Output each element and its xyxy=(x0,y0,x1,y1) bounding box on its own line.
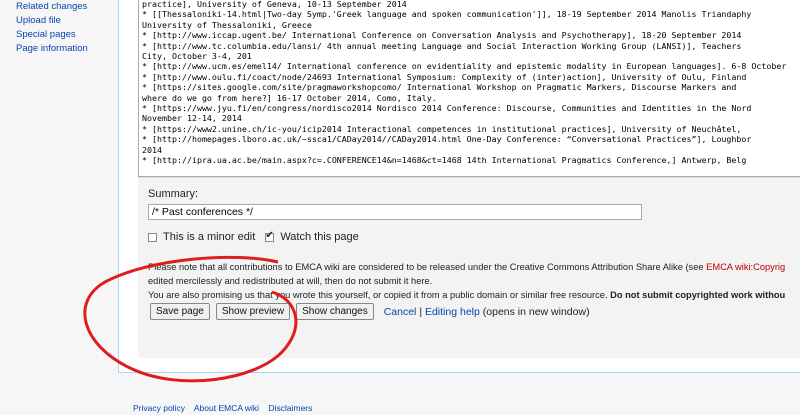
editor-line: City, October 3-4, 201 xyxy=(142,51,252,62)
sidebar-item-related-changes[interactable]: Related changes xyxy=(0,0,118,14)
wikitext-editor[interactable]: practice], University of Geneva, 10-13 S… xyxy=(138,0,800,177)
editing-help-link[interactable]: Editing help xyxy=(425,306,480,318)
cancel-link[interactable]: Cancel xyxy=(384,306,417,318)
notice-line1: Please note that all contributions to EM… xyxy=(148,262,707,272)
summary-input[interactable] xyxy=(148,204,642,220)
privacy-policy-link[interactable]: Privacy policy xyxy=(133,403,185,413)
editor-line: * [https://sites.google.com/site/pragmaw… xyxy=(142,82,737,93)
show-changes-button[interactable]: Show changes xyxy=(296,303,374,320)
edit-options: Summary: This is a minor edit Watch this… xyxy=(138,177,800,358)
minor-edit-label[interactable]: This is a minor edit xyxy=(163,231,255,243)
notice-line2: edited mercilessly and redistributed at … xyxy=(148,276,433,286)
editor-line: * [http://homepages.lboro.ac.uk/~ssca1/C… xyxy=(142,134,752,145)
footer: Privacy policy About EMCA wiki Disclaime… xyxy=(133,403,319,413)
editor-line: * [https://www2.unine.ch/ic-you/icip2014… xyxy=(142,123,742,134)
editor-line: November 12-14, 2014 xyxy=(142,113,242,124)
disclaimers-link[interactable]: Disclaimers xyxy=(268,403,312,413)
watch-page-checkbox[interactable] xyxy=(265,230,275,242)
sidebar-tools: Related changes Upload file Special page… xyxy=(0,0,118,56)
copyright-notice: Please note that all contributions to EM… xyxy=(148,260,800,302)
save-page-button[interactable]: Save page xyxy=(150,303,210,320)
notice-line3: You are also promising us that you wrote… xyxy=(148,290,611,300)
editor-line: * [https://www.jyu.fi/en/congress/nordis… xyxy=(142,103,752,114)
editor-line: 2014 xyxy=(142,144,162,155)
summary-label: Summary: xyxy=(148,188,199,200)
editor-line: * [http://www.iccap.ugent.be/ Internatio… xyxy=(142,30,742,41)
editor-line: * [http://www.ucm.es/emel14/ Internation… xyxy=(142,61,787,72)
sidebar-item-upload-file[interactable]: Upload file xyxy=(0,14,118,28)
notice-warning: Do not submit copyrighted work withou xyxy=(610,290,786,300)
link-separator: | xyxy=(419,305,423,318)
editor-line: * [http://ipra.ua.ac.be/main.aspx?c=.CON… xyxy=(142,155,747,166)
show-preview-button[interactable]: Show preview xyxy=(215,303,291,320)
editor-line: University of Thessaloniki, Greece xyxy=(142,19,312,30)
minor-edit-checkbox[interactable] xyxy=(148,232,157,242)
edit-links: Cancel | Editing help (opens in new wind… xyxy=(384,306,590,318)
sidebar-item-page-information[interactable]: Page information xyxy=(0,42,118,56)
editor-line: * [http://www.tc.columbia.edu/lansi/ 4th… xyxy=(142,40,742,51)
copyright-link[interactable]: EMCA wiki:Copyrig xyxy=(706,262,785,272)
about-link[interactable]: About EMCA wiki xyxy=(194,403,259,413)
editor-line: where do we go from here?] 16-17 October… xyxy=(142,92,437,103)
content-area: practice], University of Geneva, 10-13 S… xyxy=(118,0,800,373)
editor-line: practice], University of Geneva, 10-13 S… xyxy=(142,0,407,9)
edit-buttons: Save page Show preview Show changes Canc… xyxy=(150,303,590,320)
editor-line: * [[Thessaloniki-14.html|Two-day Symp.'G… xyxy=(142,9,752,20)
help-suffix: (opens in new window) xyxy=(482,305,590,318)
edit-checkboxes: This is a minor edit Watch this page xyxy=(148,230,359,243)
watch-page-label[interactable]: Watch this page xyxy=(280,231,358,243)
sidebar-item-special-pages[interactable]: Special pages xyxy=(0,28,118,42)
editor-line: * [http://www.oulu.fi/coact/node/24693 I… xyxy=(142,71,747,82)
